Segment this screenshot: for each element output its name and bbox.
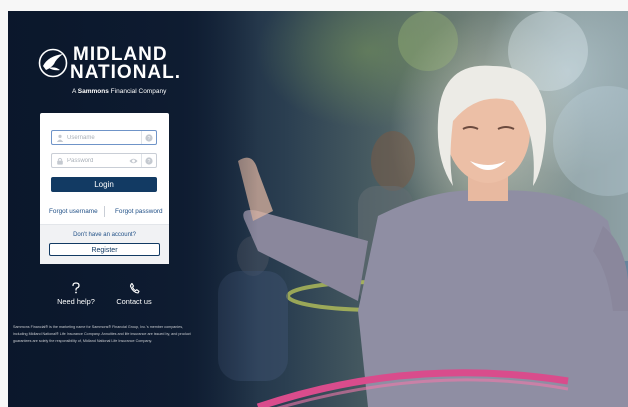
forgot-password-link[interactable]: Forgot password [115, 208, 163, 215]
logo-tagline: A Sammons Financial Company [72, 88, 166, 96]
tagline-sammons: Sammons [77, 88, 109, 95]
password-input[interactable] [67, 154, 137, 167]
disclaimer-line-2: including Midland National® Life Insuran… [13, 332, 191, 336]
disclaimer-line-3: guarantees are solely the responsibility… [13, 339, 153, 343]
contact-us-link[interactable]: Contact us [112, 282, 156, 306]
question-circle-icon: ? [145, 133, 153, 141]
svg-text:?: ? [148, 158, 151, 164]
phone-icon [129, 282, 140, 294]
question-circle-icon: ? [145, 156, 153, 164]
need-help-label: Need help? [57, 297, 95, 306]
logo-wordmark-line2: NATIONAL. [70, 62, 182, 83]
password-help-button[interactable]: ? [141, 154, 156, 167]
page-frame: MIDLAND NATIONAL. A Sammons Financial Co… [0, 0, 628, 407]
eagle-emblem-icon [38, 48, 68, 78]
no-account-text: Don't have an account? [73, 232, 136, 238]
register-button[interactable]: Register [49, 243, 160, 256]
username-help-button[interactable]: ? [141, 131, 156, 144]
midland-national-logo[interactable]: MIDLAND NATIONAL. A Sammons Financial Co… [38, 45, 182, 101]
legal-disclaimer: Sammons Financial® is the marketing name… [13, 324, 213, 345]
username-field[interactable]: ? [51, 130, 157, 145]
tagline-suffix: Financial Company [108, 88, 167, 95]
question-mark-icon [72, 282, 80, 294]
forgot-username-link[interactable]: Forgot username [49, 208, 98, 215]
svg-text:?: ? [148, 135, 151, 141]
login-card: ? ? Login Forgot username [40, 113, 169, 264]
links-divider [104, 206, 105, 217]
user-icon [56, 134, 64, 142]
forgot-links: Forgot username Forgot password [40, 206, 169, 219]
password-field[interactable]: ? [51, 153, 157, 168]
lock-icon [57, 157, 63, 165]
login-button[interactable]: Login [51, 177, 157, 192]
eye-icon[interactable] [129, 157, 138, 165]
contact-us-label: Contact us [116, 297, 152, 306]
need-help-link[interactable]: Need help? [54, 282, 98, 306]
disclaimer-line-1: Sammons Financial® is the marketing name… [13, 325, 184, 329]
register-section: Don't have an account? Register [40, 224, 169, 264]
username-input[interactable] [67, 131, 137, 144]
